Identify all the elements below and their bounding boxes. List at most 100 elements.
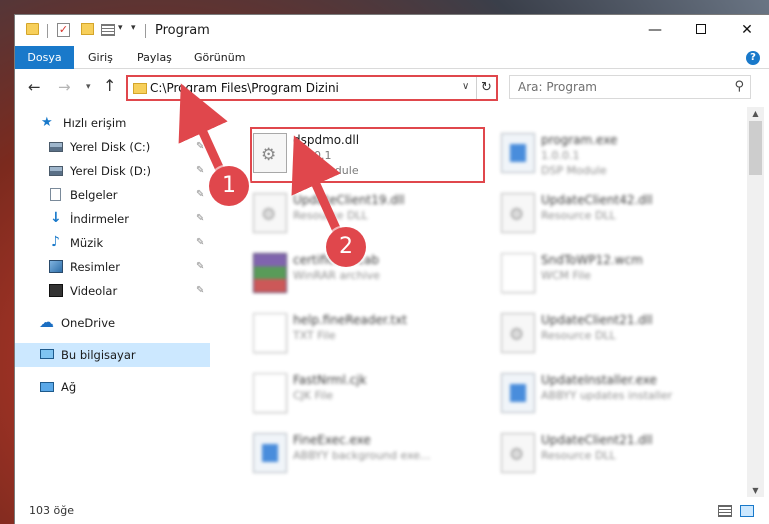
close-button[interactable]: ✕: [724, 15, 769, 45]
tab-dosya[interactable]: Dosya: [15, 46, 74, 69]
file-name: UpdateClient42.dll: [541, 193, 653, 207]
up-button[interactable]: ↑: [103, 76, 116, 95]
file-item[interactable]: program.exe 1.0.0.1 DSP Module: [481, 127, 721, 183]
sidebar-item-music[interactable]: ♪ Müzik ✎: [15, 231, 210, 255]
item-count: 103 öğe: [29, 504, 74, 517]
file-item[interactable]: UpdateInstaller.exe ABBYY updates instal…: [481, 367, 721, 423]
sidebar-item-network[interactable]: Ağ: [15, 375, 210, 399]
file-type: WCM File: [541, 269, 591, 282]
star-icon: ★: [41, 115, 53, 130]
file-name: FineExec.exe: [293, 433, 371, 447]
network-icon: [40, 382, 54, 392]
sidebar-item-disk-d[interactable]: Yerel Disk (D:) ✎: [15, 159, 210, 183]
back-button[interactable]: ←: [28, 78, 41, 96]
dll-file-icon: [501, 313, 535, 353]
ribbon-tabs: Dosya Giriş Paylaş Görünüm ?: [15, 46, 769, 69]
refresh-button[interactable]: ↻: [476, 77, 496, 99]
file-name: FastNrml.cjk: [293, 373, 367, 387]
search-input[interactable]: Ara: Program: [518, 80, 597, 94]
minimize-button[interactable]: —: [632, 15, 678, 45]
pin-icon[interactable]: ✎: [196, 183, 204, 207]
sidebar-item-label: Belgeler: [70, 188, 118, 202]
sidebar-item-videos[interactable]: Videolar ✎: [15, 279, 210, 303]
properties-icon[interactable]: [101, 24, 115, 36]
address-history-chevron-icon[interactable]: ∨: [462, 81, 469, 92]
document-icon: [253, 373, 287, 413]
document-icon: [501, 253, 535, 293]
pin-icon[interactable]: ✎: [196, 207, 204, 231]
file-item[interactable]: help.fineReader.txt TXT File: [233, 307, 473, 363]
chevron-down-icon[interactable]: ▾: [118, 23, 123, 39]
tiles-view-icon[interactable]: [740, 505, 754, 517]
annotation-badge-1: 1: [209, 166, 249, 206]
sidebar-item-label: Hızlı erişim: [63, 116, 127, 130]
sidebar-item-label: Yerel Disk (D:): [70, 164, 152, 178]
file-item[interactable]: UpdateClient42.dll Resource DLL: [481, 187, 721, 243]
pin-icon[interactable]: ✎: [196, 279, 204, 303]
file-name: program.exe: [541, 133, 618, 147]
sidebar-item-documents[interactable]: Belgeler ✎: [15, 183, 210, 207]
new-folder-icon[interactable]: [81, 23, 94, 35]
recent-locations-button[interactable]: ▾: [86, 82, 91, 92]
title-bar: ✓ ▾ ▾ Program — ✕: [15, 15, 769, 46]
scroll-down-icon[interactable]: ▼: [747, 486, 764, 495]
dll-file-icon: [501, 193, 535, 233]
document-icon: [253, 313, 287, 353]
pin-icon[interactable]: ✎: [196, 231, 204, 255]
music-icon: ♪: [51, 234, 60, 250]
explorer-window: ✓ ▾ ▾ Program — ✕ Dosya Giriş Paylaş Gör…: [14, 14, 769, 524]
sidebar-item-label: Ağ: [61, 380, 77, 394]
exe-file-icon: [501, 133, 535, 173]
address-bar[interactable]: C:\Program Files\Program Dizini ∨ ↻: [126, 75, 498, 101]
sidebar-item-pictures[interactable]: Resimler ✎: [15, 255, 210, 279]
properties-check-icon[interactable]: ✓: [57, 23, 70, 37]
tab-gorunum[interactable]: Görünüm: [194, 46, 245, 69]
pin-icon[interactable]: ✎: [196, 255, 204, 279]
sidebar-item-label: Yerel Disk (C:): [70, 140, 151, 154]
tab-giris[interactable]: Giriş: [88, 46, 113, 69]
tab-paylas[interactable]: Paylaş: [137, 46, 172, 69]
search-box[interactable]: Ara: Program ⚲: [509, 75, 751, 99]
scroll-up-icon[interactable]: ▲: [747, 109, 764, 118]
file-item[interactable]: UpdateClient21.dll Resource DLL: [481, 427, 721, 483]
sidebar-item-quick-access[interactable]: ★ Hızlı erişim: [15, 111, 210, 135]
annotation-badge-2: 2: [326, 227, 366, 267]
sidebar-item-disk-c[interactable]: Yerel Disk (C:) ✎: [15, 135, 210, 159]
file-item[interactable]: SndToWP12.wcm WCM File: [481, 247, 721, 303]
video-icon: [49, 284, 63, 297]
file-name: UpdateClient21.dll: [541, 433, 653, 447]
drive-icon: [49, 166, 63, 176]
sidebar-item-downloads[interactable]: ↓ İndirmeler ✎: [15, 207, 210, 231]
file-name: UpdateInstaller.exe: [541, 373, 657, 387]
file-name: UpdateClient19.dll: [293, 193, 405, 207]
download-icon: ↓: [50, 210, 62, 226]
customize-toolbar-icon[interactable]: ▾: [131, 23, 136, 39]
vertical-scrollbar[interactable]: ▲ ▼: [747, 107, 764, 497]
dll-file-icon: [253, 193, 287, 233]
sidebar-item-onedrive[interactable]: ☁ OneDrive: [15, 311, 210, 335]
sidebar-item-this-pc[interactable]: Bu bilgisayar: [15, 343, 210, 367]
maximize-icon: [696, 24, 706, 34]
dll-file-icon: [501, 433, 535, 473]
file-type: Resource DLL: [293, 209, 368, 222]
sidebar-item-label: Videolar: [70, 284, 118, 298]
folder-icon: [133, 83, 147, 94]
file-type: Resource DLL: [541, 209, 616, 222]
details-view-icon[interactable]: [718, 505, 732, 517]
file-item[interactable]: UpdateClient21.dll Resource DLL: [481, 307, 721, 363]
sidebar-item-label: Müzik: [70, 236, 104, 250]
pin-icon[interactable]: ✎: [196, 159, 204, 183]
file-item[interactable]: FastNrml.cjk CJK File: [233, 367, 473, 423]
help-button[interactable]: ?: [746, 49, 760, 65]
maximize-button[interactable]: [678, 15, 724, 45]
sidebar-item-label: İndirmeler: [70, 212, 129, 226]
window-title: Program: [155, 23, 210, 38]
address-path[interactable]: C:\Program Files\Program Dizini: [150, 81, 339, 95]
search-icon[interactable]: ⚲: [734, 79, 744, 94]
pin-icon[interactable]: ✎: [196, 135, 204, 159]
file-item[interactable]: FineExec.exe ABBYY background exe...: [233, 427, 473, 483]
document-icon: [50, 188, 61, 201]
forward-button[interactable]: →: [58, 78, 71, 96]
cloud-icon: ☁: [39, 313, 54, 331]
scrollbar-thumb[interactable]: [749, 121, 762, 175]
